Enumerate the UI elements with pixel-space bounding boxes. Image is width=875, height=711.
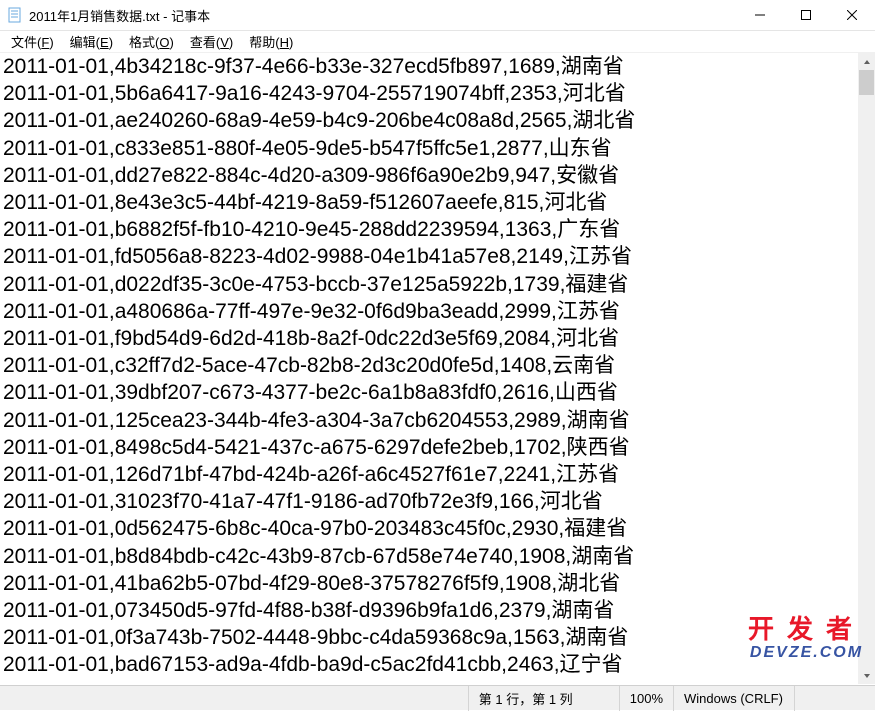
window-title: 2011年1月销售数据.txt - 记事本 xyxy=(29,6,737,25)
system-buttons xyxy=(737,0,875,31)
menu-help[interactable]: 帮助(H) xyxy=(241,31,301,52)
notepad-icon xyxy=(7,7,23,23)
statusbar: 第 1 行，第 1 列 100% Windows (CRLF) xyxy=(0,685,875,710)
menubar: 文件(F) 编辑(E) 格式(O) 查看(V) 帮助(H) xyxy=(0,31,875,53)
status-eol: Windows (CRLF) xyxy=(674,691,794,706)
titlebar: 2011年1月销售数据.txt - 记事本 xyxy=(0,0,875,31)
minimize-button[interactable] xyxy=(737,0,783,31)
editor-area: 2011-01-01,4b34218c-9f37-4e66-b33e-327ec… xyxy=(0,53,875,684)
scroll-down-button[interactable] xyxy=(858,667,875,684)
scroll-thumb[interactable] xyxy=(859,70,874,95)
menu-file[interactable]: 文件(F) xyxy=(3,31,62,52)
maximize-button[interactable] xyxy=(783,0,829,31)
status-zoom: 100% xyxy=(620,691,673,706)
text-content[interactable]: 2011-01-01,4b34218c-9f37-4e66-b33e-327ec… xyxy=(0,53,875,679)
menu-view[interactable]: 查看(V) xyxy=(182,31,241,52)
vertical-scrollbar[interactable] xyxy=(858,53,875,684)
menu-edit[interactable]: 编辑(E) xyxy=(62,31,121,52)
scroll-up-button[interactable] xyxy=(858,53,875,70)
menu-format[interactable]: 格式(O) xyxy=(121,31,182,52)
status-cursor-pos: 第 1 行，第 1 列 xyxy=(469,689,619,708)
close-button[interactable] xyxy=(829,0,875,31)
